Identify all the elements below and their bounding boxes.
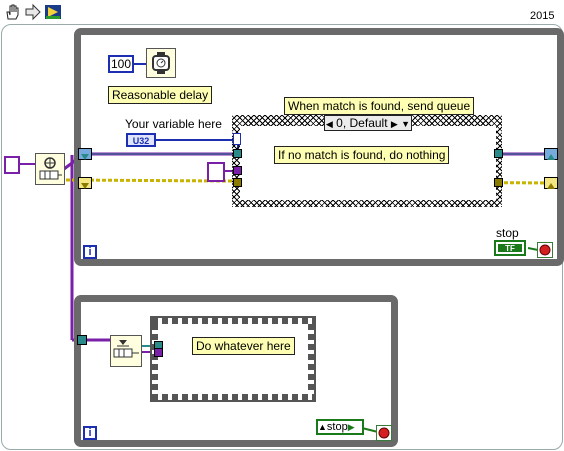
case-selector-terminal[interactable]	[233, 133, 241, 145]
delay-constant[interactable]: 100	[108, 55, 134, 73]
stop-button-value: TF	[498, 244, 522, 253]
stop-local-variable[interactable]: ▲stop▶	[316, 419, 364, 435]
do-whatever-comment: Do whatever here	[192, 337, 295, 355]
stop-button-terminal[interactable]: TF	[494, 240, 526, 256]
case-no-match-comment: If no match is found, do nothing	[274, 146, 450, 164]
variable-label: Your variable here	[125, 117, 222, 131]
bottom-iteration-terminal: i	[83, 426, 97, 440]
purple-constant[interactable]	[207, 162, 225, 182]
case-left-error-tunnel[interactable]	[233, 178, 242, 187]
variable-control[interactable]: U32	[126, 133, 156, 147]
case-selector-value: 0, Default	[336, 116, 388, 130]
sequence-top-strip	[152, 318, 314, 324]
sequence-input-purple[interactable]	[154, 348, 163, 357]
delay-comment: Reasonable delay	[108, 86, 213, 104]
case-title-comment: When match is found, send queue	[284, 97, 475, 115]
right-error-arrow-icon	[546, 179, 556, 189]
dequeue-function[interactable]	[110, 335, 142, 367]
local-variable-house-icon: ▲	[318, 422, 327, 432]
prev-case-icon[interactable]: ◀	[326, 119, 333, 129]
sequence-left-strip	[152, 324, 158, 394]
right-tunnel-arrow-icon	[546, 150, 556, 160]
top-loop-condition-terminal[interactable]	[537, 242, 553, 258]
watch-icon	[152, 52, 170, 74]
sequence-bottom-strip	[152, 394, 314, 400]
case-left-purple-tunnel[interactable]	[233, 166, 242, 175]
obtain-queue-function[interactable]	[35, 153, 65, 185]
sequence-right-strip	[308, 324, 314, 394]
local-variable-arrow-icon: ▶	[347, 422, 355, 432]
stop-sign-icon	[539, 244, 551, 256]
wait-ms-function[interactable]	[146, 48, 176, 78]
case-dropdown-icon[interactable]: ▼	[401, 119, 410, 129]
bottom-left-tunnel[interactable]	[77, 335, 87, 345]
top-iteration-terminal: i	[83, 245, 97, 259]
case-selector[interactable]: ◀ 0, Default ▶ ▼	[324, 115, 412, 131]
case-right-queue-tunnel[interactable]	[494, 149, 503, 158]
bottom-loop-condition-terminal[interactable]	[376, 425, 392, 441]
case-right-error-tunnel[interactable]	[494, 178, 503, 187]
queue-name-constant[interactable]	[4, 156, 20, 174]
stop-label: stop	[496, 226, 519, 240]
next-case-icon[interactable]: ▶	[391, 119, 398, 129]
stop-sign-icon	[378, 427, 390, 439]
case-left-queue-tunnel[interactable]	[233, 149, 242, 158]
stop-local-variable-label: stop	[326, 421, 348, 433]
flat-sequence-structure[interactable]	[150, 316, 316, 402]
left-tunnel-arrow-icon	[80, 150, 90, 160]
left-error-arrow-icon	[80, 179, 90, 189]
